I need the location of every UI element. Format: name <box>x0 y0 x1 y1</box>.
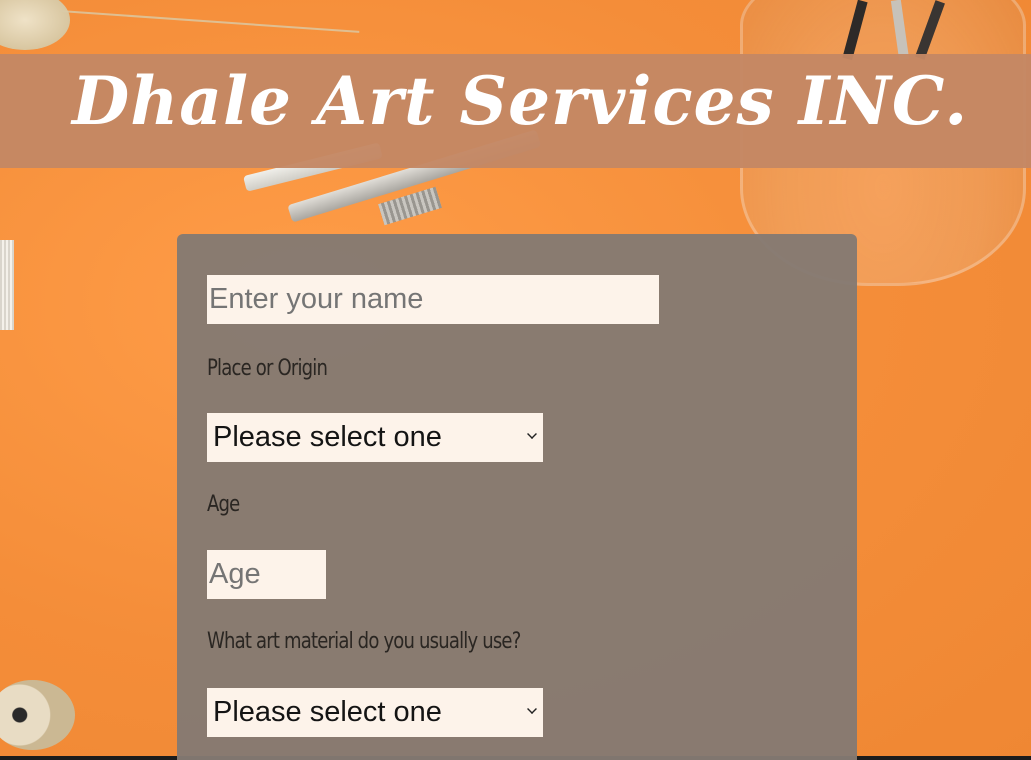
paper-stack-image <box>0 240 14 330</box>
age-label: Age <box>207 492 240 517</box>
origin-select[interactable]: Please select one <box>207 413 543 462</box>
material-select-value: Please select one <box>213 696 442 728</box>
twine-string-image <box>59 10 360 33</box>
chevron-down-icon <box>527 704 537 714</box>
material-select[interactable]: Please select one <box>207 688 543 737</box>
origin-select-value: Please select one <box>213 421 442 453</box>
header-banner: Dhale Art Services INC. <box>0 54 1031 168</box>
name-input[interactable] <box>207 275 659 324</box>
thread-spool-image <box>0 680 75 750</box>
site-title: Dhale Art Services INC. <box>72 62 969 140</box>
origin-label: Place or Origin <box>207 356 328 381</box>
age-input[interactable] <box>207 550 326 599</box>
signup-form: Place or Origin Please select one Age Wh… <box>177 234 857 760</box>
chevron-down-icon <box>527 429 537 439</box>
material-label: What art material do you usually use? <box>207 629 521 654</box>
twine-ball-image <box>0 0 70 50</box>
